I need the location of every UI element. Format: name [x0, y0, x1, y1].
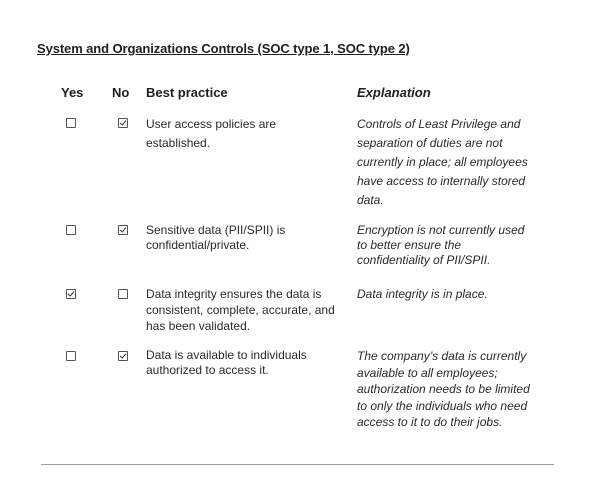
explanation-text: Controls of Least Privilege and separati… — [357, 117, 528, 207]
check-icon — [119, 227, 127, 233]
table-header: Yes No Best practice Explanation — [0, 85, 591, 101]
header-explanation: Explanation — [357, 85, 431, 100]
header-yes: Yes — [61, 85, 84, 100]
yes-checkbox[interactable] — [66, 225, 76, 235]
yes-checkbox[interactable] — [66, 289, 76, 299]
explanation-text: Encryption is not currently used to bett… — [357, 223, 525, 267]
no-checkbox[interactable] — [118, 351, 128, 361]
best-practice-text: Data is available to individuals authori… — [146, 348, 307, 377]
page-title: System and Organizations Controls (SOC t… — [37, 41, 410, 56]
no-checkbox[interactable] — [118, 225, 128, 235]
bottom-divider — [41, 464, 554, 465]
best-practice-text: Data integrity ensures the data is consi… — [146, 287, 335, 333]
best-practice-text: Sensitive data (PII/SPII) is confidentia… — [146, 223, 286, 252]
explanation-text: The company’s data is currently availabl… — [357, 349, 530, 429]
check-icon — [119, 353, 127, 359]
header-no: No — [112, 85, 130, 100]
header-best-practice: Best practice — [146, 85, 228, 100]
best-practice-text: User access policies are established. — [146, 117, 277, 150]
no-checkbox[interactable] — [118, 289, 128, 299]
no-checkbox[interactable] — [118, 118, 128, 128]
explanation-text: Data integrity is in place. — [357, 287, 488, 301]
check-icon — [119, 120, 127, 126]
check-icon — [67, 291, 75, 297]
yes-checkbox[interactable] — [66, 118, 76, 128]
yes-checkbox[interactable] — [66, 351, 76, 361]
